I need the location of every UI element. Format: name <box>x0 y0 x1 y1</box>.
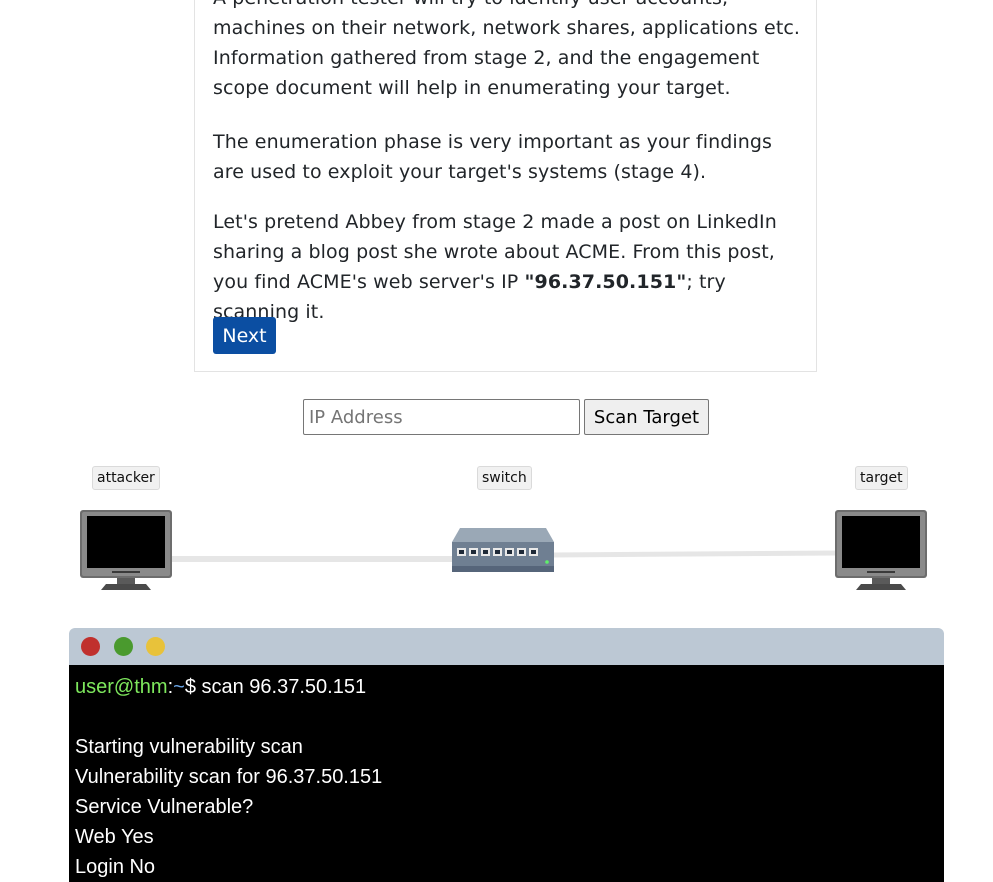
terminal-output-line: Login No <box>75 856 156 878</box>
terminal-title-bar <box>69 628 944 665</box>
paragraph-enumeration-intro: A penetration tester will try to identif… <box>213 0 801 99</box>
terminal-command: scan 96.37.50.151 <box>201 676 367 698</box>
scan-target-button[interactable]: Scan Target <box>584 399 709 435</box>
attacker-label: attacker <box>92 466 160 490</box>
target-ip-highlight: "96.37.50.151" <box>524 271 687 293</box>
terminal-output-line: Starting vulnerability scan <box>75 736 303 758</box>
prompt-user: user@thm <box>75 676 168 698</box>
maximize-window-icon[interactable] <box>146 637 165 656</box>
attacker-monitor-icon <box>80 510 172 590</box>
network-switch-icon <box>452 528 554 572</box>
ip-address-input[interactable] <box>303 399 580 435</box>
terminal-output-line: Service Vulnerable? <box>75 796 254 818</box>
prompt-symbol: $ <box>184 676 196 698</box>
minimize-window-icon[interactable] <box>114 637 133 656</box>
paragraph-enumeration-importance: The enumeration phase is very important … <box>213 131 773 183</box>
next-button[interactable]: Next <box>213 317 276 354</box>
terminal-output-line: Web Yes <box>75 826 154 848</box>
target-label: target <box>855 466 908 490</box>
terminal-output: user@thm:~$ scan 96.37.50.151 Starting v… <box>69 665 944 882</box>
target-monitor-icon <box>835 510 927 590</box>
terminal-output-line: Vulnerability scan for 96.37.50.151 <box>75 766 383 788</box>
network-diagram <box>80 510 927 590</box>
target-link <box>551 550 839 558</box>
paragraph-scenario: Let's pretend Abbey from stage 2 made a … <box>213 207 803 327</box>
close-window-icon[interactable] <box>81 637 100 656</box>
terminal-prompt-line: user@thm:~$ scan 96.37.50.151 <box>75 672 938 702</box>
switch-label: switch <box>477 466 532 490</box>
prompt-path: ~ <box>173 676 185 698</box>
